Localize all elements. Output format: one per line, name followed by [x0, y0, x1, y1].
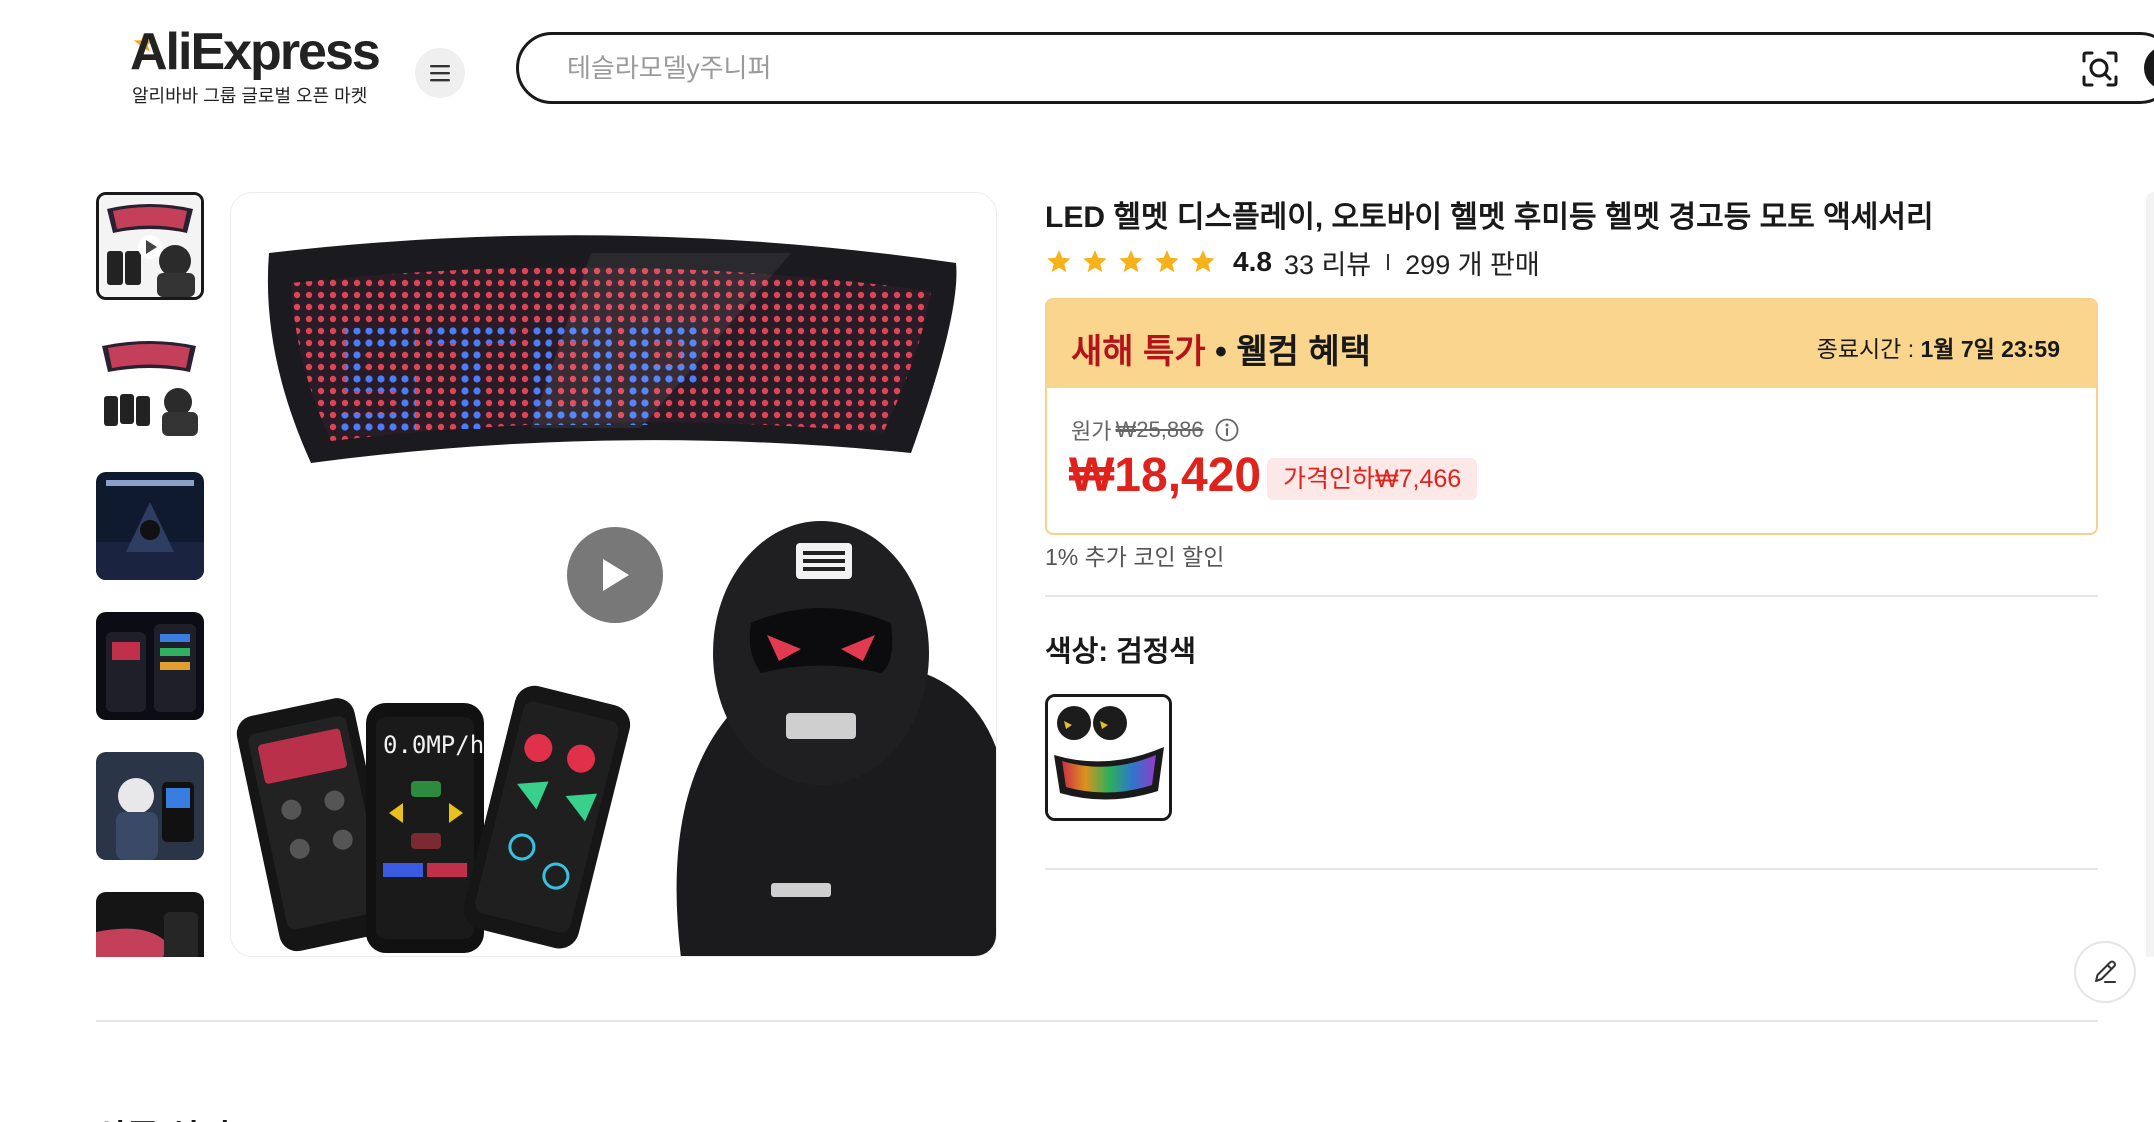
sold-count: 299 개 판매: [1405, 249, 1540, 280]
search-bar: [516, 32, 2154, 104]
thumbnail-item[interactable]: [96, 332, 204, 440]
product-title: LED 헬멧 디스플레이, 오토바이 헬멧 후미등 헬멧 경고등 모토 액세서리: [1045, 201, 1934, 234]
header: ★ AliExpress 알리바바 그룹 글로벌 오픈 마켓: [0, 0, 2154, 130]
star-icon: [1155, 250, 1179, 273]
logo-text: AliExpress: [130, 23, 381, 81]
promo-header: 새해 특가 • 웰컴 혜택 종료시간 : 1월 7일 23:59: [1047, 300, 2096, 388]
logo-subtitle: 알리바바 그룹 글로벌 오픈 마켓: [132, 86, 368, 106]
end-time-label: 종료시간 :: [1816, 336, 1921, 362]
divider: [1387, 254, 1390, 270]
rating-stars: [1045, 248, 1217, 276]
thumbnail-item[interactable]: [96, 192, 204, 300]
promo-end-time: 종료시간 : 1월 7일 23:59: [1817, 330, 2060, 364]
color-label: 색상: 검정색: [1045, 636, 1197, 668]
main-product-image[interactable]: 0.0MP/h: [230, 192, 997, 957]
thumbnail-list: [96, 192, 206, 957]
aliexpress-logo[interactable]: ★ AliExpress 알리바바 그룹 글로벌 오픈 마켓: [130, 22, 381, 112]
rating-row: 4.8 33 리뷰 299 개 판매: [1045, 244, 1540, 280]
swatch-image: [1048, 697, 1169, 818]
original-price-value: ₩25,886: [1115, 417, 1204, 442]
star-icon: [1119, 250, 1143, 273]
end-time-value: 1월 7일 23:59: [1920, 336, 2060, 362]
promo-title: 새해 특가 • 웰컴 혜택: [1071, 324, 1371, 373]
color-swatch-black[interactable]: [1045, 694, 1172, 821]
divider: [1045, 595, 2098, 597]
original-price-label: 원가: [1071, 419, 1112, 444]
thumbnail-item[interactable]: [96, 612, 204, 720]
star-icon: [1191, 250, 1215, 273]
info-icon[interactable]: [1214, 417, 1240, 443]
coin-discount-text: 1% 추가 코인 할인: [1045, 544, 1225, 570]
thumbnail-image: [96, 892, 204, 957]
section-heading: 상품 설명: [96, 1110, 231, 1122]
thumbnail-image: [96, 332, 204, 440]
thumbnail-image: [96, 472, 204, 580]
svg-text:0.0MP/h: 0.0MP/h: [383, 731, 484, 759]
thumbnail-item[interactable]: [96, 472, 204, 580]
edit-button[interactable]: [2074, 941, 2136, 1003]
divider: [1045, 868, 2098, 870]
rating-score: 4.8: [1233, 246, 1272, 277]
thumbnail-image: [99, 195, 201, 297]
promo-dot: •: [1205, 333, 1237, 371]
image-search-icon: [2082, 51, 2118, 87]
side-panel-edge: [2146, 192, 2154, 957]
thumbnail-image: [96, 752, 204, 860]
thumbnail-image: [96, 612, 204, 720]
divider: [96, 1020, 2098, 1022]
original-price: 원가 ₩25,886: [1071, 414, 1240, 446]
sale-price: ₩18,420: [1069, 449, 1262, 502]
menu-button[interactable]: [415, 48, 465, 98]
pencil-icon: [2095, 960, 2116, 983]
promo-label-welcome: 웰컴 혜택: [1236, 333, 1371, 371]
thumbnail-item[interactable]: [96, 892, 204, 957]
play-icon: [603, 559, 629, 591]
promo-box: 새해 특가 • 웰컴 혜택 종료시간 : 1월 7일 23:59 원가 ₩25,…: [1045, 298, 2098, 535]
play-video-button[interactable]: [567, 527, 663, 623]
star-icon: [1083, 250, 1107, 273]
promo-label-sale: 새해 특가: [1071, 333, 1206, 371]
review-count-link[interactable]: 33 리뷰: [1284, 243, 1371, 282]
thumbnail-item[interactable]: [96, 752, 204, 860]
star-icon: [1047, 250, 1071, 273]
hamburger-icon: [430, 65, 450, 82]
image-search-button[interactable]: [2080, 49, 2120, 89]
discount-badge: 가격인하₩7,466: [1267, 458, 1478, 500]
search-input[interactable]: [567, 51, 2067, 85]
